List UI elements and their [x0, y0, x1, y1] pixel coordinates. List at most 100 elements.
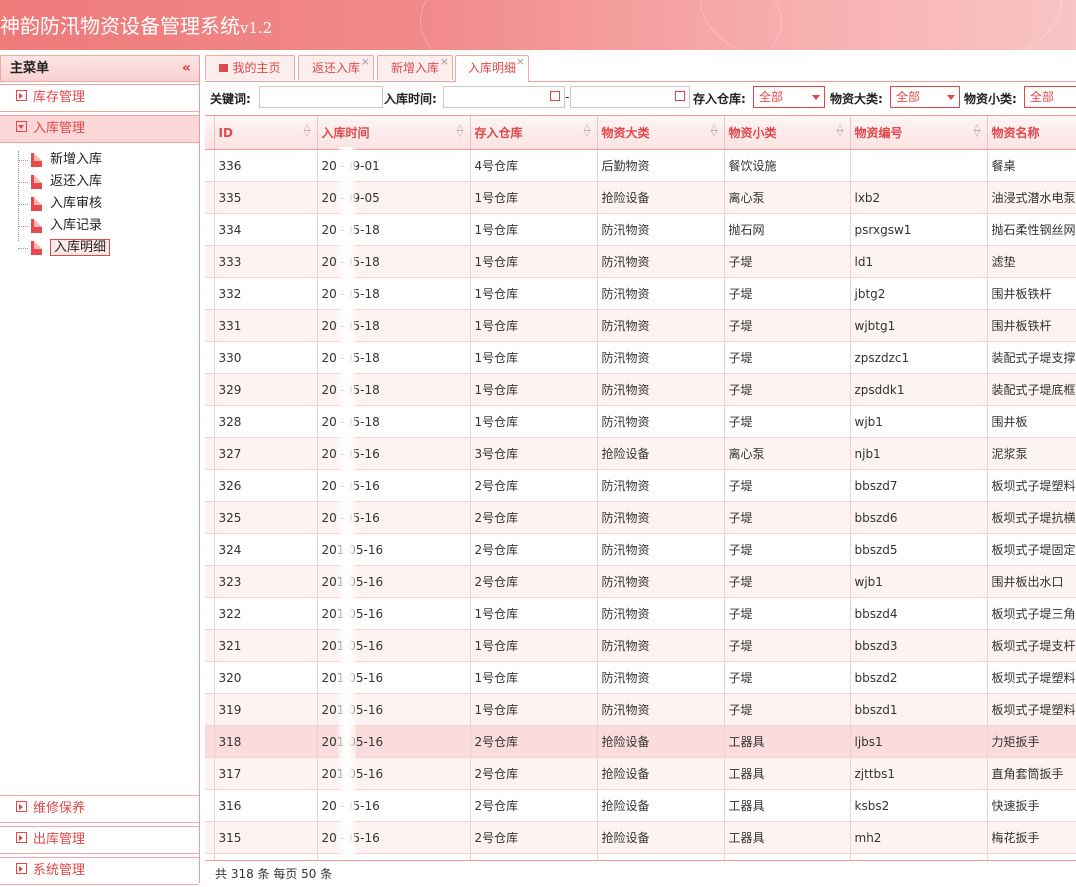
table-row[interactable]: 324 201 05-16 2号仓库 防汛物资 子堤 bbszd5 板坝式子堤固定 — [205, 533, 1076, 566]
table-cell: bbszd5 — [850, 533, 988, 566]
tab-return-inbound[interactable]: 返还入库 × — [298, 55, 374, 80]
chevron-down-icon — [947, 95, 955, 100]
table-cell: 326 — [214, 469, 318, 502]
warehouse-select[interactable]: 全部 — [753, 86, 825, 108]
table-row[interactable]: 321 201 05-16 1号仓库 防汛物资 子堤 bbszd3 板坝式子堤支杆 — [205, 629, 1076, 662]
sort-icon[interactable]: △ ▽ — [457, 124, 464, 139]
keyword-input[interactable] — [259, 86, 383, 108]
column-header[interactable]: 物资小类 △ ▽ — [724, 116, 851, 150]
tree-item-label: 入库记录 — [50, 218, 103, 233]
column-header[interactable]: 入库时间 △ ▽ — [317, 116, 471, 150]
column-header[interactable]: 物资名称 — [987, 116, 1076, 150]
sort-icon[interactable]: △ ▽ — [304, 124, 311, 139]
table-row[interactable]: 336 20 -09-01 4号仓库 后勤物资 餐饮设施 餐桌 — [205, 149, 1076, 182]
column-header[interactable]: 物资编号 △ ▽ — [850, 116, 988, 150]
pagination-summary: 共 318 条 每页 50 条 — [215, 867, 333, 881]
sort-icon[interactable]: △ ▽ — [711, 124, 718, 139]
table-row[interactable]: 320 201 05-16 1号仓库 防汛物资 子堤 bbszd2 板坝式子堤塑料 — [205, 661, 1076, 694]
document-icon — [31, 153, 42, 167]
date-separator: - — [565, 90, 570, 104]
table-row[interactable]: 319 201 05-16 1号仓库 防汛物资 子堤 bbszd1 板坝式子堤塑料 — [205, 693, 1076, 726]
tree-item-return-inbound[interactable]: 返还入库 — [18, 171, 199, 193]
table-cell: 324 — [214, 533, 318, 566]
calendar-icon[interactable] — [550, 91, 560, 101]
sidebar-section-inbound[interactable]: 入库管理 — [0, 115, 199, 143]
table-cell: 梅花扳手 — [987, 821, 1076, 854]
sidebar-header: 主菜单 « — [0, 55, 199, 82]
calendar-icon[interactable] — [675, 91, 685, 101]
sort-icon[interactable]: △ ▽ — [837, 124, 844, 139]
warehouse-label: 存入仓库: — [693, 92, 746, 106]
table-cell: bbszd7 — [850, 469, 988, 502]
table-row[interactable]: 316 20 -05-16 2号仓库 抢险设备 工器具 ksbs2 快速扳手 — [205, 789, 1076, 822]
sidebar-section-outbound[interactable]: 出库管理 — [0, 826, 199, 854]
tree-item-inbound-review[interactable]: 入库审核 — [18, 193, 199, 215]
row-marker — [205, 437, 215, 470]
close-icon[interactable]: × — [440, 50, 449, 74]
table-cell: 抢险设备 — [597, 437, 725, 470]
column-header[interactable]: ID △ ▽ — [214, 116, 318, 150]
table-cell: 力矩扳手 — [987, 725, 1076, 758]
sidebar-section-label: 入库管理 — [33, 121, 86, 136]
subcategory-select[interactable]: 全部 — [1024, 86, 1076, 108]
column-header[interactable]: 存入仓库 △ ▽ — [470, 116, 598, 150]
sidebar-section-label: 出库管理 — [33, 832, 86, 847]
sort-icon[interactable]: △ ▽ — [974, 124, 981, 139]
table-cell: 围井板铁杆 — [987, 309, 1076, 342]
table-row[interactable]: 334 20 -05-18 1号仓库 防汛物资 抛石网 psrxgsw1 抛石柔性钢丝网 — [205, 213, 1076, 246]
table-row[interactable]: 329 20 -05-18 1号仓库 防汛物资 子堤 zpsddk1 装配式子堤底框 — [205, 373, 1076, 406]
tree-item-inbound-details[interactable]: 入库明细 — [18, 237, 199, 259]
tab-home[interactable]: 我的主页 — [205, 55, 295, 80]
start-date-input[interactable] — [443, 86, 565, 108]
table-row[interactable]: 325 20 -05-16 2号仓库 防汛物资 子堤 bbszd6 板坝式子堤抗横 — [205, 501, 1076, 534]
tree-item-new-inbound[interactable]: 新增入库 — [18, 149, 199, 171]
table-row[interactable]: 327 20 -05-16 3号仓库 抢险设备 离心泵 njb1 泥浆泵 — [205, 437, 1076, 470]
row-marker — [205, 245, 215, 278]
data-table: ID △ ▽ 入库时间 △ ▽ 存入仓库 △ ▽ 物资大类 △ ▽ 物资小类 △ ▽ 物资编号 △ ▽ 物资名称 3… — [205, 116, 1076, 861]
tree-item-inbound-records[interactable]: 入库记录 — [18, 215, 199, 237]
table-row[interactable]: 322 201 05-16 1号仓库 防汛物资 子堤 bbszd4 板坝式子堤三角 — [205, 597, 1076, 630]
table-cell: 滤垫 — [987, 245, 1076, 278]
table-cell: 325 — [214, 501, 318, 534]
sidebar-section-inventory[interactable]: 库存管理 — [0, 84, 199, 112]
table-row[interactable]: 326 20 -05-16 2号仓库 防汛物资 子堤 bbszd7 板坝式子堤塑料 — [205, 469, 1076, 502]
close-icon[interactable]: × — [516, 50, 525, 74]
table-row[interactable]: 315 20 -05-16 2号仓库 抢险设备 工器具 mh2 梅花扳手 — [205, 821, 1076, 854]
expand-box-icon — [16, 832, 27, 843]
table-row[interactable]: 331 20 -05-18 1号仓库 防汛物资 子堤 wjbtg1 围井板铁杆 — [205, 309, 1076, 342]
table-row[interactable]: 318 201 05-16 2号仓库 抢险设备 工器具 ljbs1 力矩扳手 — [205, 725, 1076, 758]
table-cell: 2号仓库 — [470, 789, 598, 822]
app-version: v1.2 — [240, 19, 273, 37]
table-row[interactable]: 317 201 05-16 2号仓库 抢险设备 工器具 zjttbs1 直角套筒扳手 — [205, 757, 1076, 790]
sidebar-section-maintenance[interactable]: 维修保养 — [0, 795, 199, 823]
sidebar-section-system[interactable]: 系统管理 — [0, 857, 199, 885]
table-cell: 子堤 — [724, 277, 851, 310]
table-cell: 子堤 — [724, 309, 851, 342]
table-cell: 1号仓库 — [470, 373, 598, 406]
document-icon — [31, 219, 42, 233]
row-marker — [205, 469, 215, 502]
app-header: 神韵防汛物资设备管理系统v1.2 — [0, 0, 1076, 50]
column-header[interactable]: 物资大类 △ ▽ — [597, 116, 725, 150]
table-row[interactable]: 328 20 -05-18 1号仓库 防汛物资 子堤 wjb1 围井板 — [205, 405, 1076, 438]
table-row[interactable]: 335 20 -09-05 1号仓库 抢险设备 离心泵 lxb2 油浸式潜水电泵 — [205, 181, 1076, 214]
row-marker — [205, 757, 215, 790]
app-title: 神韵防汛物资设备管理系统v1.2 — [0, 10, 272, 39]
table-row[interactable]: 332 20 -05-18 1号仓库 防汛物资 子堤 jbtg2 围井板铁杆 — [205, 277, 1076, 310]
table-cell: 围井板铁杆 — [987, 277, 1076, 310]
table-cell: 工器具 — [724, 789, 851, 822]
table-cell: 1号仓库 — [470, 661, 598, 694]
category-select[interactable]: 全部 — [890, 86, 960, 108]
header-decoration — [700, 0, 1062, 50]
table-cell: 围井板出水口 — [987, 565, 1076, 598]
row-marker — [205, 405, 215, 438]
tab-inbound-details[interactable]: 入库明细 × — [455, 55, 529, 82]
table-row[interactable]: 333 20 -05-18 1号仓库 防汛物资 子堤 ld1 滤垫 — [205, 245, 1076, 278]
close-icon[interactable]: × — [361, 50, 370, 74]
end-date-input[interactable] — [570, 86, 690, 108]
sort-icon[interactable]: △ ▽ — [584, 124, 591, 139]
double-chevron-left-icon[interactable]: « — [182, 56, 191, 81]
table-row[interactable]: 323 201 05-16 2号仓库 防汛物资 子堤 wjb1 围井板出水口 — [205, 565, 1076, 598]
table-row[interactable]: 330 20 -05-18 1号仓库 防汛物资 子堤 zpszdzc1 装配式子堤支撑 — [205, 341, 1076, 374]
tab-new-inbound[interactable]: 新增入库 × — [377, 55, 453, 80]
